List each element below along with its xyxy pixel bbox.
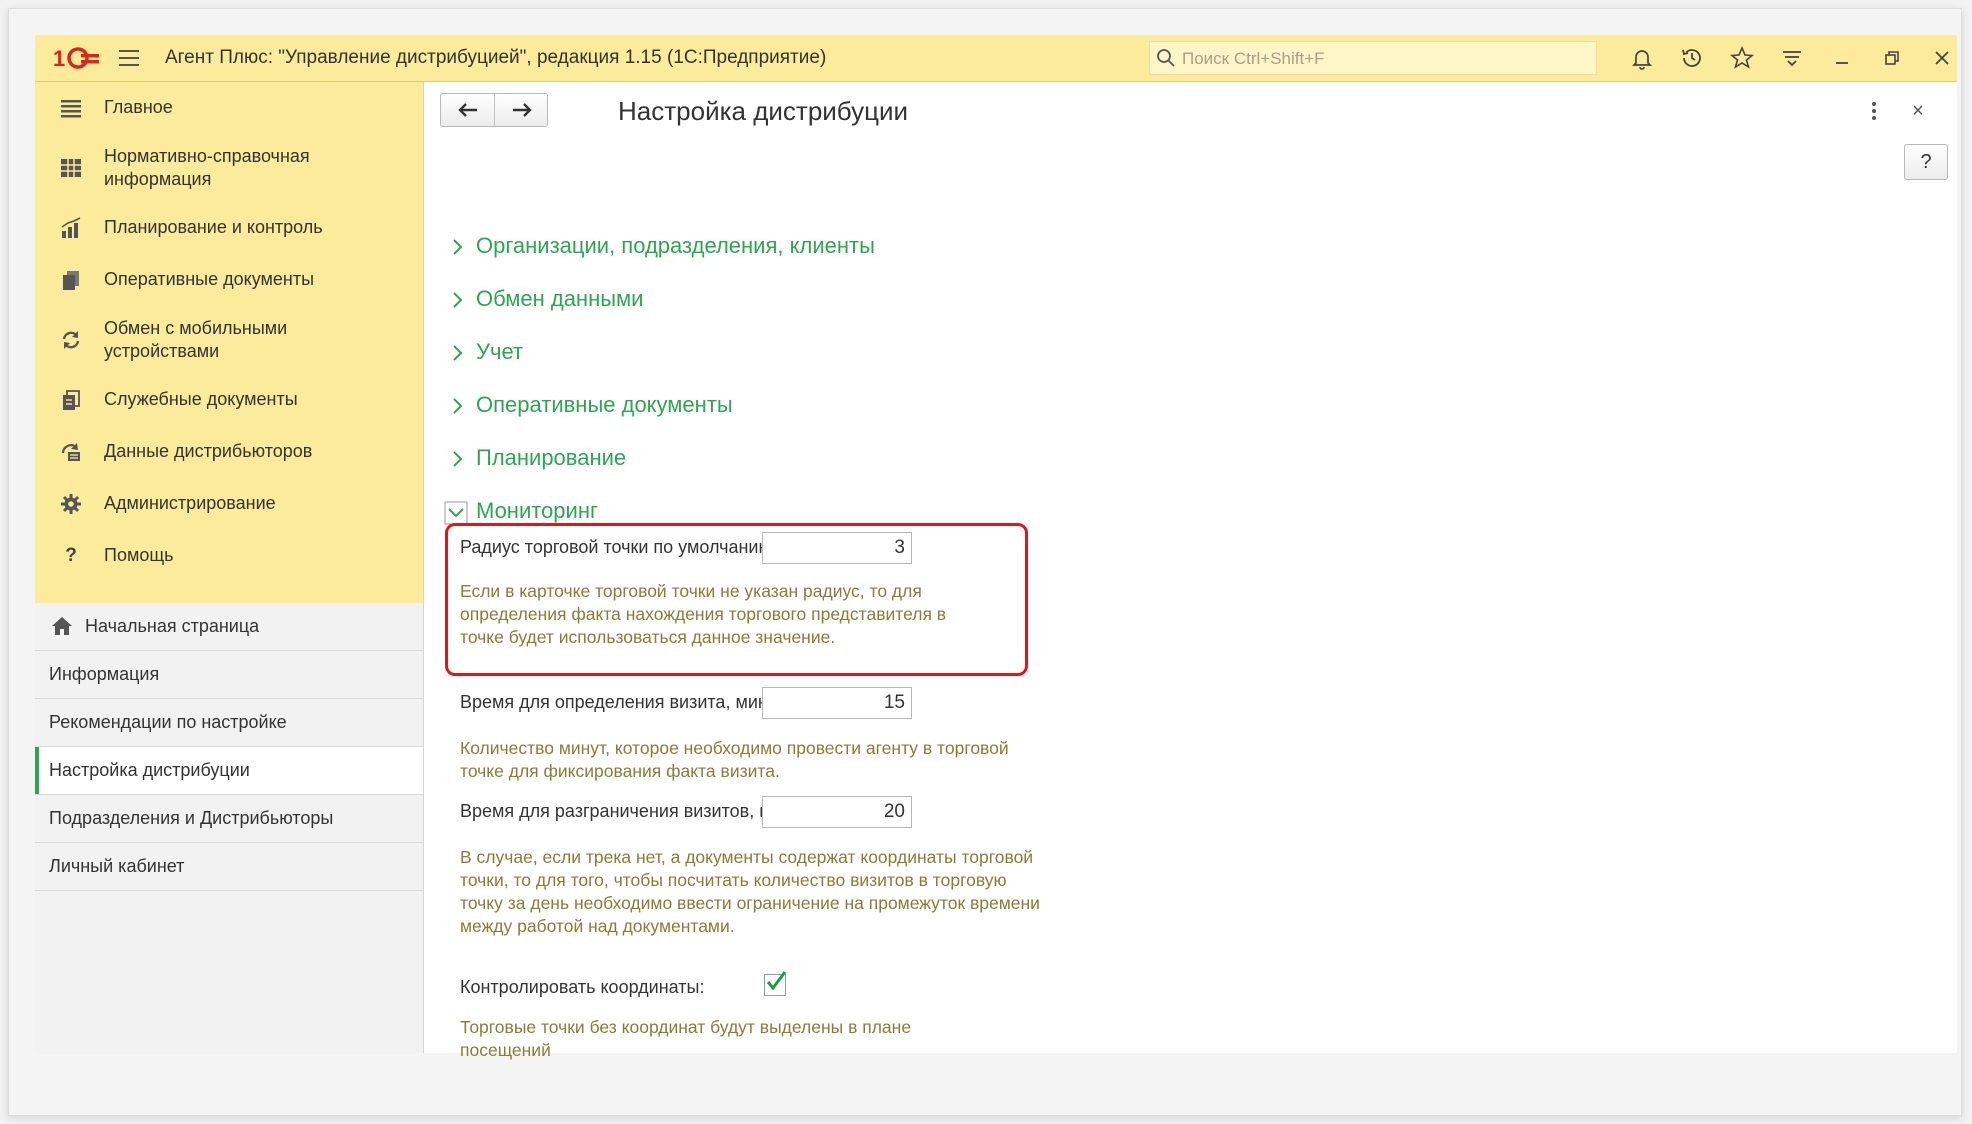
radius-label: Радиус торговой точки по умолчанию, м: xyxy=(460,537,800,557)
more-actions-icon[interactable] xyxy=(1864,98,1884,124)
home-icon xyxy=(52,617,72,635)
nav-label: Начальная страница xyxy=(85,616,260,636)
nav-label: Настройка дистрибуции xyxy=(49,760,250,780)
visit-gap-input[interactable] xyxy=(762,796,912,828)
chart-icon xyxy=(57,214,85,242)
question-icon: ? xyxy=(65,545,77,566)
nav-item-departments-distributors[interactable]: Подразделения и Дистрибьюторы xyxy=(35,795,423,843)
group-label: Планирование xyxy=(476,445,627,470)
section-main[interactable]: Главное xyxy=(35,82,423,134)
sections-panel: Главное Нормативно-справочная информация… xyxy=(35,82,423,603)
chevron-right-icon xyxy=(453,345,463,361)
restore-window-icon[interactable] xyxy=(1877,43,1907,73)
section-label: Обмен с мобильными устройствами xyxy=(104,318,288,361)
section-label: Помощь xyxy=(104,545,174,565)
chevron-right-icon xyxy=(453,451,463,467)
section-label: Данные дистрибьюторов xyxy=(104,441,313,461)
section-label: Нормативно-справочная информация xyxy=(104,146,310,189)
search-icon xyxy=(1157,49,1175,67)
svg-text:1: 1 xyxy=(53,46,65,71)
forward-button[interactable] xyxy=(495,94,548,126)
section-label: Администрирование xyxy=(104,493,276,513)
1c-logo-icon[interactable]: 1 xyxy=(53,45,101,71)
section-operational-docs[interactable]: Оперативные документы xyxy=(35,254,423,306)
nav-item-information[interactable]: Информация xyxy=(35,651,423,699)
search-box[interactable] xyxy=(1149,41,1597,75)
group-label: Мониторинг xyxy=(476,498,599,523)
back-button[interactable] xyxy=(441,94,494,126)
nav-item-distribution-settings[interactable]: Настройка дистрибуции xyxy=(35,747,423,795)
section-label: Служебные документы xyxy=(104,389,298,409)
main-menu-icon[interactable] xyxy=(115,45,143,71)
group-label: Обмен данными xyxy=(476,286,644,311)
gear-icon xyxy=(57,490,85,518)
chevron-right-icon xyxy=(453,239,463,255)
arrow-right-icon xyxy=(512,103,532,117)
section-label: Планирование и контроль xyxy=(104,217,323,237)
filter-menu-icon[interactable] xyxy=(1777,43,1807,73)
list-icon xyxy=(57,94,85,122)
chevron-down-icon xyxy=(444,501,468,525)
chevron-right-icon xyxy=(453,398,463,414)
nav-label: Информация xyxy=(49,664,160,684)
section-distributor-data[interactable]: Данные дистрибьюторов xyxy=(35,426,423,478)
service-docs-icon xyxy=(57,386,85,414)
close-form-button[interactable]: × xyxy=(1908,98,1928,124)
history-icon[interactable] xyxy=(1677,43,1707,73)
sidebar: Главное Нормативно-справочная информация… xyxy=(35,82,424,1053)
control-coords-label: Контролировать координаты: xyxy=(460,977,705,997)
form-area: Настройка дистрибуции × ? Организации, п… xyxy=(424,82,1957,1060)
screenshot-frame: 1 Агент Плюс: "Управление дистрибуцией",… xyxy=(8,8,1962,1116)
app-title: Агент Плюс: "Управление дистрибуцией", р… xyxy=(165,47,827,68)
nav-label: Рекомендации по настройке xyxy=(49,712,287,732)
visit-time-label: Время для определения визита, мин.: xyxy=(460,692,778,712)
visit-time-hint: Количество минут, которое необходимо про… xyxy=(460,738,1009,781)
form-title: Настройка дистрибуции xyxy=(618,96,909,126)
close-window-icon[interactable] xyxy=(1927,43,1957,73)
grid-icon xyxy=(57,154,85,182)
visit-time-input[interactable] xyxy=(762,687,912,719)
bell-icon[interactable] xyxy=(1627,43,1657,73)
search-input[interactable] xyxy=(1180,46,1584,72)
section-label: Главное xyxy=(104,97,173,117)
section-planning-control[interactable]: Планирование и контроль xyxy=(35,202,423,254)
radius-input[interactable] xyxy=(762,532,912,564)
title-bar: 1 Агент Плюс: "Управление дистрибуцией",… xyxy=(35,35,1957,82)
app-window: 1 Агент Плюс: "Управление дистрибуцией",… xyxy=(35,35,1957,1060)
control-coords-hint: Торговые точки без координат будут выдел… xyxy=(460,1017,912,1060)
chevron-right-icon xyxy=(453,292,463,308)
history-nav-buttons xyxy=(440,93,548,127)
section-mobile-exchange[interactable]: Обмен с мобильными устройствами xyxy=(35,306,423,374)
nav-item-personal-account[interactable]: Личный кабинет xyxy=(35,843,423,891)
arrow-left-icon xyxy=(457,103,477,117)
checkmark-icon xyxy=(766,971,787,991)
section-reference-data[interactable]: Нормативно-справочная информация xyxy=(35,134,423,202)
nav-item-home[interactable]: Начальная страница xyxy=(35,603,423,651)
nav-item-setup-recommendations[interactable]: Рекомендации по настройке xyxy=(35,699,423,747)
group-label: Организации, подразделения, клиенты xyxy=(476,233,875,258)
sync-icon xyxy=(57,326,85,354)
nav-label: Подразделения и Дистрибьюторы xyxy=(49,808,334,828)
group-label: Учет xyxy=(476,339,524,364)
visit-gap-label: Время для разграничения визитов, мин.: xyxy=(460,801,802,821)
control-coords-checkbox[interactable] xyxy=(764,971,787,996)
documents-icon xyxy=(57,266,85,294)
nav-label: Личный кабинет xyxy=(49,856,185,876)
minimize-icon[interactable] xyxy=(1827,43,1857,73)
favorites-star-icon[interactable] xyxy=(1727,43,1757,73)
section-service-docs[interactable]: Служебные документы xyxy=(35,374,423,426)
help-button[interactable]: ? xyxy=(1904,144,1948,180)
section-administration[interactable]: Администрирование xyxy=(35,478,423,530)
visit-gap-hint: В случае, если трека нет, а документы со… xyxy=(460,847,1040,936)
distributor-data-icon xyxy=(57,438,85,466)
group-label: Оперативные документы xyxy=(476,392,733,417)
section-label: Оперативные документы xyxy=(104,269,315,289)
radius-hint: Если в карточке торговой точки не указан… xyxy=(460,581,947,647)
section-help[interactable]: ? Помощь xyxy=(35,530,423,582)
